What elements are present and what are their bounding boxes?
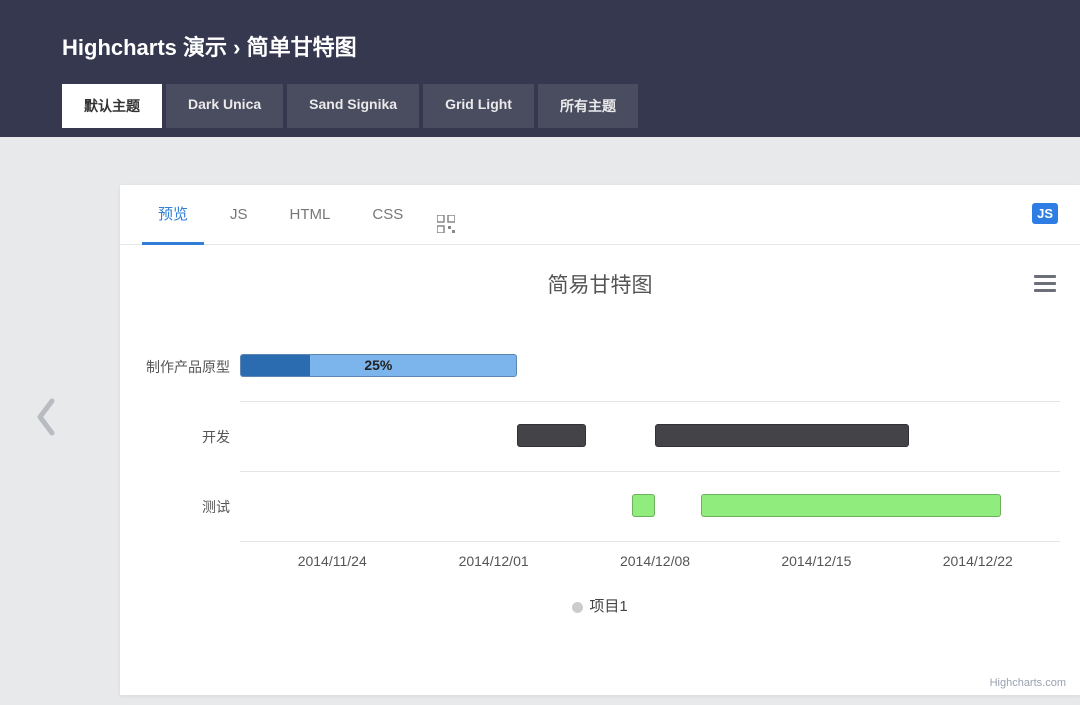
chart-menu-button[interactable] (1034, 271, 1056, 296)
gantt-bar[interactable] (517, 424, 586, 447)
theme-tab-0[interactable]: 默认主题 (62, 84, 162, 128)
chevron-left-icon (34, 397, 58, 437)
theme-tab-3[interactable]: Grid Light (423, 84, 534, 128)
legend-marker-icon (572, 602, 583, 613)
chart-panel: 预览JSHTMLCSS JS 简易甘特图 25% 2014/11/242014/… (120, 185, 1080, 695)
gantt-bar[interactable]: 25% (240, 354, 517, 377)
page-header: Highcharts 演示 › 简单甘特图 默认主题Dark UnicaSand… (0, 0, 1080, 137)
gantt-area: 25% 2014/11/242014/12/012014/12/082014/1… (120, 331, 1080, 611)
grid-line (240, 541, 1060, 542)
y-axis-label: 测试 (120, 497, 230, 517)
chart-credit[interactable]: Highcharts.com (990, 677, 1066, 689)
x-axis-label: 2014/12/22 (943, 553, 1013, 569)
previous-demo-arrow[interactable] (26, 387, 66, 447)
x-axis-label: 2014/12/01 (459, 553, 529, 569)
title-separator: › (233, 35, 240, 60)
code-tab-css[interactable]: CSS (356, 206, 419, 241)
theme-tab-1[interactable]: Dark Unica (166, 84, 283, 128)
gantt-plot: 25% (240, 331, 1070, 541)
theme-tab-2[interactable]: Sand Signika (287, 84, 419, 128)
code-tab-html[interactable]: HTML (274, 206, 347, 241)
grid-line (240, 401, 1060, 402)
gantt-bar-progress-label: 25% (241, 357, 516, 373)
code-tab-js[interactable]: JS (214, 206, 264, 241)
y-axis-label: 开发 (120, 427, 230, 447)
gantt-bar[interactable] (701, 494, 1001, 517)
gantt-bar[interactable] (632, 494, 655, 517)
y-axis-label: 制作产品原型 (120, 357, 230, 377)
page-title: Highcharts 演示 › 简单甘特图 (62, 30, 1080, 62)
js-badge[interactable]: JS (1032, 203, 1058, 224)
body-area: 预览JSHTMLCSS JS 简易甘特图 25% 2014/11/242014/… (0, 137, 1080, 695)
title-name: 简单甘特图 (247, 35, 357, 60)
gantt-bar[interactable] (655, 424, 909, 447)
theme-tab-4[interactable]: 所有主题 (538, 84, 638, 128)
code-tab-预览[interactable]: 预览 (142, 203, 204, 245)
grid-line (240, 471, 1060, 472)
title-prefix: Highcharts 演示 (62, 35, 227, 60)
code-tabs: 预览 JS HTML CSS JS (120, 185, 1080, 245)
qr-icon[interactable] (437, 214, 457, 234)
chart-body: 简易甘特图 25% 2014/11/24 2014/12/01 2014/12/08… (120, 245, 1080, 695)
x-axis-label: 2014/11/24 (298, 553, 367, 569)
legend-item-label: 项目1 (589, 598, 627, 615)
x-axis-label: 2014/12/15 (781, 553, 851, 569)
x-axis-label: 2014/12/08 (620, 553, 690, 569)
chart-legend[interactable]: 项目1 (120, 595, 1080, 616)
chart-title: 简易甘特图 (120, 269, 1080, 299)
x-axis-labels: 2014/11/24 2014/12/01 2014/12/08 2014/12/15… (240, 553, 1070, 573)
theme-tabs: 默认主题Dark UnicaSand SignikaGrid Light所有主题 (62, 84, 1080, 128)
